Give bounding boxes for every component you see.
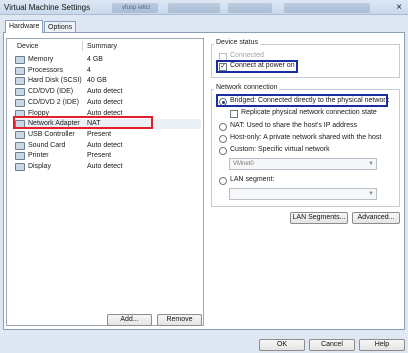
connected-label: Connected [230, 52, 264, 59]
nat-label: NAT: Used to share the host's IP address [230, 122, 358, 129]
blurred-taskbar-tab-label: vfusp ietlcl [122, 5, 151, 11]
bridged-highlight [216, 94, 388, 107]
window-title: Virtual Machine Settings [4, 3, 91, 12]
custom-label: Custom: Specific virtual network [230, 146, 330, 153]
device-row[interactable]: Sound Card Auto detect [15, 141, 201, 151]
network-adapter-highlight [13, 116, 153, 129]
memory-icon [15, 56, 25, 64]
custom-network-dropdown[interactable]: VMnet0 ▼ [229, 158, 377, 170]
device-name: Display [28, 163, 51, 170]
remove-button-label: Remove [166, 316, 193, 323]
tab-hardware[interactable]: Hardware [5, 20, 44, 33]
device-name: CD/DVD (IDE) [28, 88, 74, 96]
chevron-down-icon: ▼ [368, 191, 374, 197]
display-icon [15, 163, 25, 171]
device-name: Printer [28, 152, 49, 160]
cancel-button[interactable]: Cancel [309, 339, 355, 351]
device-summary: Present [87, 130, 112, 138]
lan-segments-button[interactable]: LAN Segments... [290, 212, 348, 224]
blurred-taskbar-tab-4 [284, 3, 370, 13]
advanced-button[interactable]: Advanced... [352, 212, 400, 224]
device-row[interactable]: Processors 4 [15, 66, 201, 76]
replicate-label: Replicate physical network connection st… [241, 109, 377, 116]
device-row[interactable]: Hard Disk (SCSI) 40 GB [15, 76, 201, 86]
device-summary: Auto detect [87, 141, 123, 149]
device-summary: 4 [87, 66, 91, 74]
device-status-title: Device status [214, 39, 261, 46]
lan-segment-label: LAN segment: [230, 176, 275, 183]
column-separator [82, 41, 83, 51]
ok-button-label: OK [276, 341, 288, 348]
ok-button[interactable]: OK [259, 339, 305, 351]
device-summary: 40 GB [87, 77, 107, 85]
device-name: Memory [28, 56, 54, 63]
nat-radio[interactable] [219, 123, 227, 131]
processor-icon [15, 66, 25, 75]
close-icon[interactable]: × [393, 2, 405, 13]
remove-button[interactable]: Remove [157, 314, 202, 326]
usb-icon [15, 130, 25, 139]
cd-dvd-icon [15, 88, 25, 97]
network-connection-title: Network connection [214, 84, 280, 91]
device-name: Processors [28, 66, 64, 74]
hard-disk-icon [15, 77, 25, 86]
custom-network-value: VMnet0 [233, 161, 254, 167]
device-name: Sound Card [28, 141, 66, 149]
device-summary: Auto detect [87, 88, 123, 96]
custom-radio[interactable] [219, 147, 227, 155]
lan-segment-dropdown[interactable]: ▼ [229, 188, 377, 200]
host-only-label: Host-only: A private network shared with… [230, 134, 382, 141]
lan-segments-button-label: LAN Segments... [292, 214, 346, 221]
advanced-button-label: Advanced... [357, 214, 395, 221]
add-button-label: Add... [120, 316, 139, 323]
blurred-taskbar-tab: vfusp ietlcl [112, 3, 158, 13]
device-name: USB Controller [28, 130, 75, 138]
blurred-taskbar-tab-3 [228, 3, 272, 13]
device-summary: 4 GB [87, 56, 103, 63]
lan-segment-radio[interactable] [219, 177, 227, 185]
help-button[interactable]: Help [359, 339, 405, 351]
host-only-radio[interactable] [219, 135, 227, 143]
device-name: CD/DVD 2 (IDE) [28, 98, 79, 106]
device-summary: Present [87, 152, 112, 160]
blurred-taskbar-tab-2 [168, 3, 220, 13]
chevron-down-icon: ▼ [368, 161, 374, 167]
replicate-checkbox[interactable] [230, 110, 238, 118]
device-name: Hard Disk (SCSI) [28, 77, 82, 85]
printer-icon [15, 152, 25, 161]
column-header-device[interactable]: Device [17, 43, 38, 50]
connect-at-power-on-highlight [216, 60, 298, 73]
device-summary: Auto detect [87, 163, 123, 170]
device-row[interactable]: Memory 4 GB [15, 55, 201, 65]
device-summary: Auto detect [87, 98, 123, 106]
cancel-button-label: Cancel [321, 341, 343, 348]
device-row[interactable]: CD/DVD (IDE) Auto detect [15, 87, 201, 97]
device-row[interactable]: USB Controller Present [15, 130, 201, 140]
device-row[interactable]: Printer Present [15, 151, 201, 161]
cd-dvd-icon [15, 98, 25, 107]
column-header-summary[interactable]: Summary [87, 43, 117, 50]
add-button[interactable]: Add... [107, 314, 152, 326]
device-row[interactable]: CD/DVD 2 (IDE) Auto detect [15, 98, 201, 108]
device-row[interactable]: Display Auto detect [15, 162, 201, 172]
sound-card-icon [15, 141, 25, 150]
help-button-label: Help [374, 341, 390, 348]
